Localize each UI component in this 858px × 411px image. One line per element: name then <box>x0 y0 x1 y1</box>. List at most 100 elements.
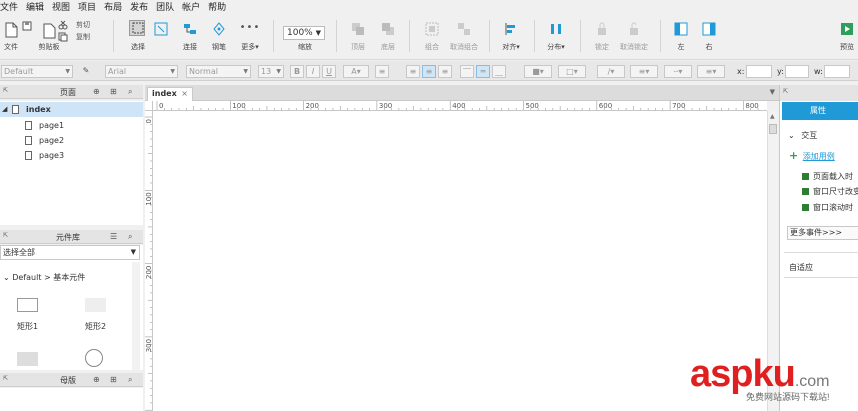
widget-rectangle1[interactable] <box>17 298 38 312</box>
y-input[interactable] <box>785 65 809 78</box>
event-window-resize[interactable]: 窗口尺寸改变时 <box>802 186 858 197</box>
bring-to-top-button[interactable]: 顶层 <box>344 12 372 60</box>
interaction-section[interactable]: ⌄ 交互 <box>788 130 817 141</box>
close-icon[interactable]: × <box>181 88 188 100</box>
add-folder-icon[interactable]: ⊞ <box>110 87 117 96</box>
pin-icon[interactable]: ⇱ <box>3 232 8 239</box>
page-item-page1[interactable]: page1 <box>0 118 143 133</box>
scroll-thumb[interactable] <box>769 124 777 134</box>
select-contained-button[interactable] <box>152 12 170 60</box>
menu-publish[interactable]: 发布 <box>130 0 148 13</box>
valign-top-button[interactable]: ⎺ <box>460 65 474 78</box>
pin-icon[interactable]: ⇱ <box>783 88 788 95</box>
valign-middle-button[interactable]: ═ <box>476 65 490 78</box>
event-icon <box>802 204 809 211</box>
add-folder-icon[interactable]: ⊞ <box>110 375 117 384</box>
adaptive-section[interactable]: 自适应 <box>789 262 813 273</box>
menu-team[interactable]: 团队 <box>156 0 174 13</box>
widget-ellipse[interactable] <box>85 349 103 367</box>
valign-bottom-button[interactable]: ⎽ <box>492 65 506 78</box>
bold-icon: B <box>293 67 301 76</box>
style-select[interactable]: Default ▼ <box>1 65 73 78</box>
widget-rectangle2[interactable] <box>85 298 106 312</box>
tab-index[interactable]: index × <box>147 87 193 101</box>
group-button[interactable]: 组合 <box>418 12 446 60</box>
design-canvas[interactable] <box>153 111 767 411</box>
align-right-button[interactable]: ≡ <box>438 65 452 78</box>
line-style-icon: ┄▾ <box>673 67 683 76</box>
shadow-icon: □▾ <box>566 67 578 76</box>
lock-icon <box>598 22 606 35</box>
pin-icon[interactable]: ⇱ <box>3 87 8 94</box>
fill-color-button[interactable]: ■▾ <box>524 65 552 78</box>
font-size-select[interactable]: 13 ▼ <box>258 65 284 78</box>
library-folder[interactable]: ⌄ Default > 基本元件 <box>3 272 85 283</box>
arrow-style-button[interactable]: ≡▾ <box>697 65 725 78</box>
preview-button[interactable]: 预览 <box>836 12 858 60</box>
menu-project[interactable]: 项目 <box>78 0 96 13</box>
menu-view[interactable]: 视图 <box>52 0 70 13</box>
pin-icon[interactable]: ⇱ <box>3 375 8 382</box>
x-input[interactable] <box>746 65 772 78</box>
left-panel-toggle[interactable]: 左 <box>668 12 694 60</box>
w-input[interactable] <box>824 65 850 78</box>
send-to-bottom-button[interactable]: 底层 <box>374 12 402 60</box>
font-select[interactable]: Arial ▼ <box>105 65 178 78</box>
library-select[interactable]: 选择全部 ▼ <box>0 245 140 260</box>
menu-help[interactable]: 帮助 <box>208 0 226 13</box>
tab-list-chevron-icon[interactable]: ▼ <box>770 88 775 96</box>
library-scrollbar[interactable] <box>132 262 140 370</box>
send-back-icon <box>382 23 394 35</box>
scroll-up-icon[interactable]: ▲ <box>770 113 775 120</box>
line-style-button[interactable]: ┄▾ <box>664 65 692 78</box>
ungroup-button[interactable]: 取消组合 <box>449 12 479 60</box>
save-button[interactable] <box>20 12 34 60</box>
underline-button[interactable]: U <box>322 65 336 78</box>
search-icon[interactable]: ⌕ <box>128 232 132 242</box>
menu-account[interactable]: 帐户 <box>182 0 200 13</box>
more-events-select[interactable]: 更多事件>>> <box>787 226 858 240</box>
align-center-button[interactable]: ≡ <box>422 65 436 78</box>
line-color-button[interactable]: ∕▾ <box>597 65 625 78</box>
chevron-down-icon: ▼ <box>243 68 248 75</box>
event-window-scroll[interactable]: 窗口滚动时 <box>802 202 853 213</box>
page-item-page3[interactable]: page3 <box>0 148 143 163</box>
add-page-icon[interactable]: ⊕ <box>93 87 100 96</box>
menu-file[interactable]: 文件 <box>0 0 18 13</box>
search-icon[interactable]: ⌕ <box>128 87 132 97</box>
distribute-button[interactable]: 分布▾ <box>542 12 570 60</box>
add-case-link[interactable]: + 添加用例 <box>789 149 835 162</box>
format-painter-button[interactable]: ✎ <box>79 65 93 78</box>
bullet-list-button[interactable]: ≡ <box>375 65 389 78</box>
more-tools-button[interactable]: ••• 更多▾ <box>236 12 264 60</box>
widget-image[interactable] <box>17 352 38 366</box>
event-page-load[interactable]: 页面载入时 <box>802 171 853 182</box>
menu-layout[interactable]: 布局 <box>104 0 122 13</box>
page-item-index[interactable]: ◢ index <box>0 102 143 117</box>
file-button[interactable]: 文件 <box>0 12 22 60</box>
align-left-button[interactable]: ≡ <box>406 65 420 78</box>
connect-tool-button[interactable]: 连接 <box>176 12 204 60</box>
italic-button[interactable]: I <box>306 65 320 78</box>
unlock-button[interactable]: 取消锁定 <box>618 12 650 60</box>
menu-edit[interactable]: 编辑 <box>26 0 44 13</box>
font-color-button[interactable]: A▾ <box>343 65 369 78</box>
page-item-page2[interactable]: page2 <box>0 133 143 148</box>
font-weight-select[interactable]: Normal ▼ <box>186 65 251 78</box>
copy-small-button[interactable] <box>56 12 70 60</box>
align-button[interactable]: 对齐▾ <box>497 12 525 60</box>
line-width-button[interactable]: ≡▾ <box>630 65 658 78</box>
bold-button[interactable]: B <box>290 65 304 78</box>
undo-button[interactable]: 剪切 复制 <box>74 12 104 60</box>
event-icon <box>802 173 809 180</box>
add-master-icon[interactable]: ⊕ <box>93 375 100 384</box>
expand-icon[interactable]: ◢ <box>2 102 7 117</box>
shadow-button[interactable]: □▾ <box>558 65 586 78</box>
pen-tool-button[interactable]: 钢笔 <box>205 12 233 60</box>
select-tool-button[interactable]: 选择 <box>124 12 152 60</box>
menu-icon[interactable]: ☰ <box>110 232 117 241</box>
right-panel-toggle[interactable]: 右 <box>696 12 722 60</box>
lock-button[interactable]: 锁定 <box>588 12 616 60</box>
search-icon[interactable]: ⌕ <box>128 375 132 385</box>
tab-properties[interactable]: 属性 <box>782 102 858 120</box>
